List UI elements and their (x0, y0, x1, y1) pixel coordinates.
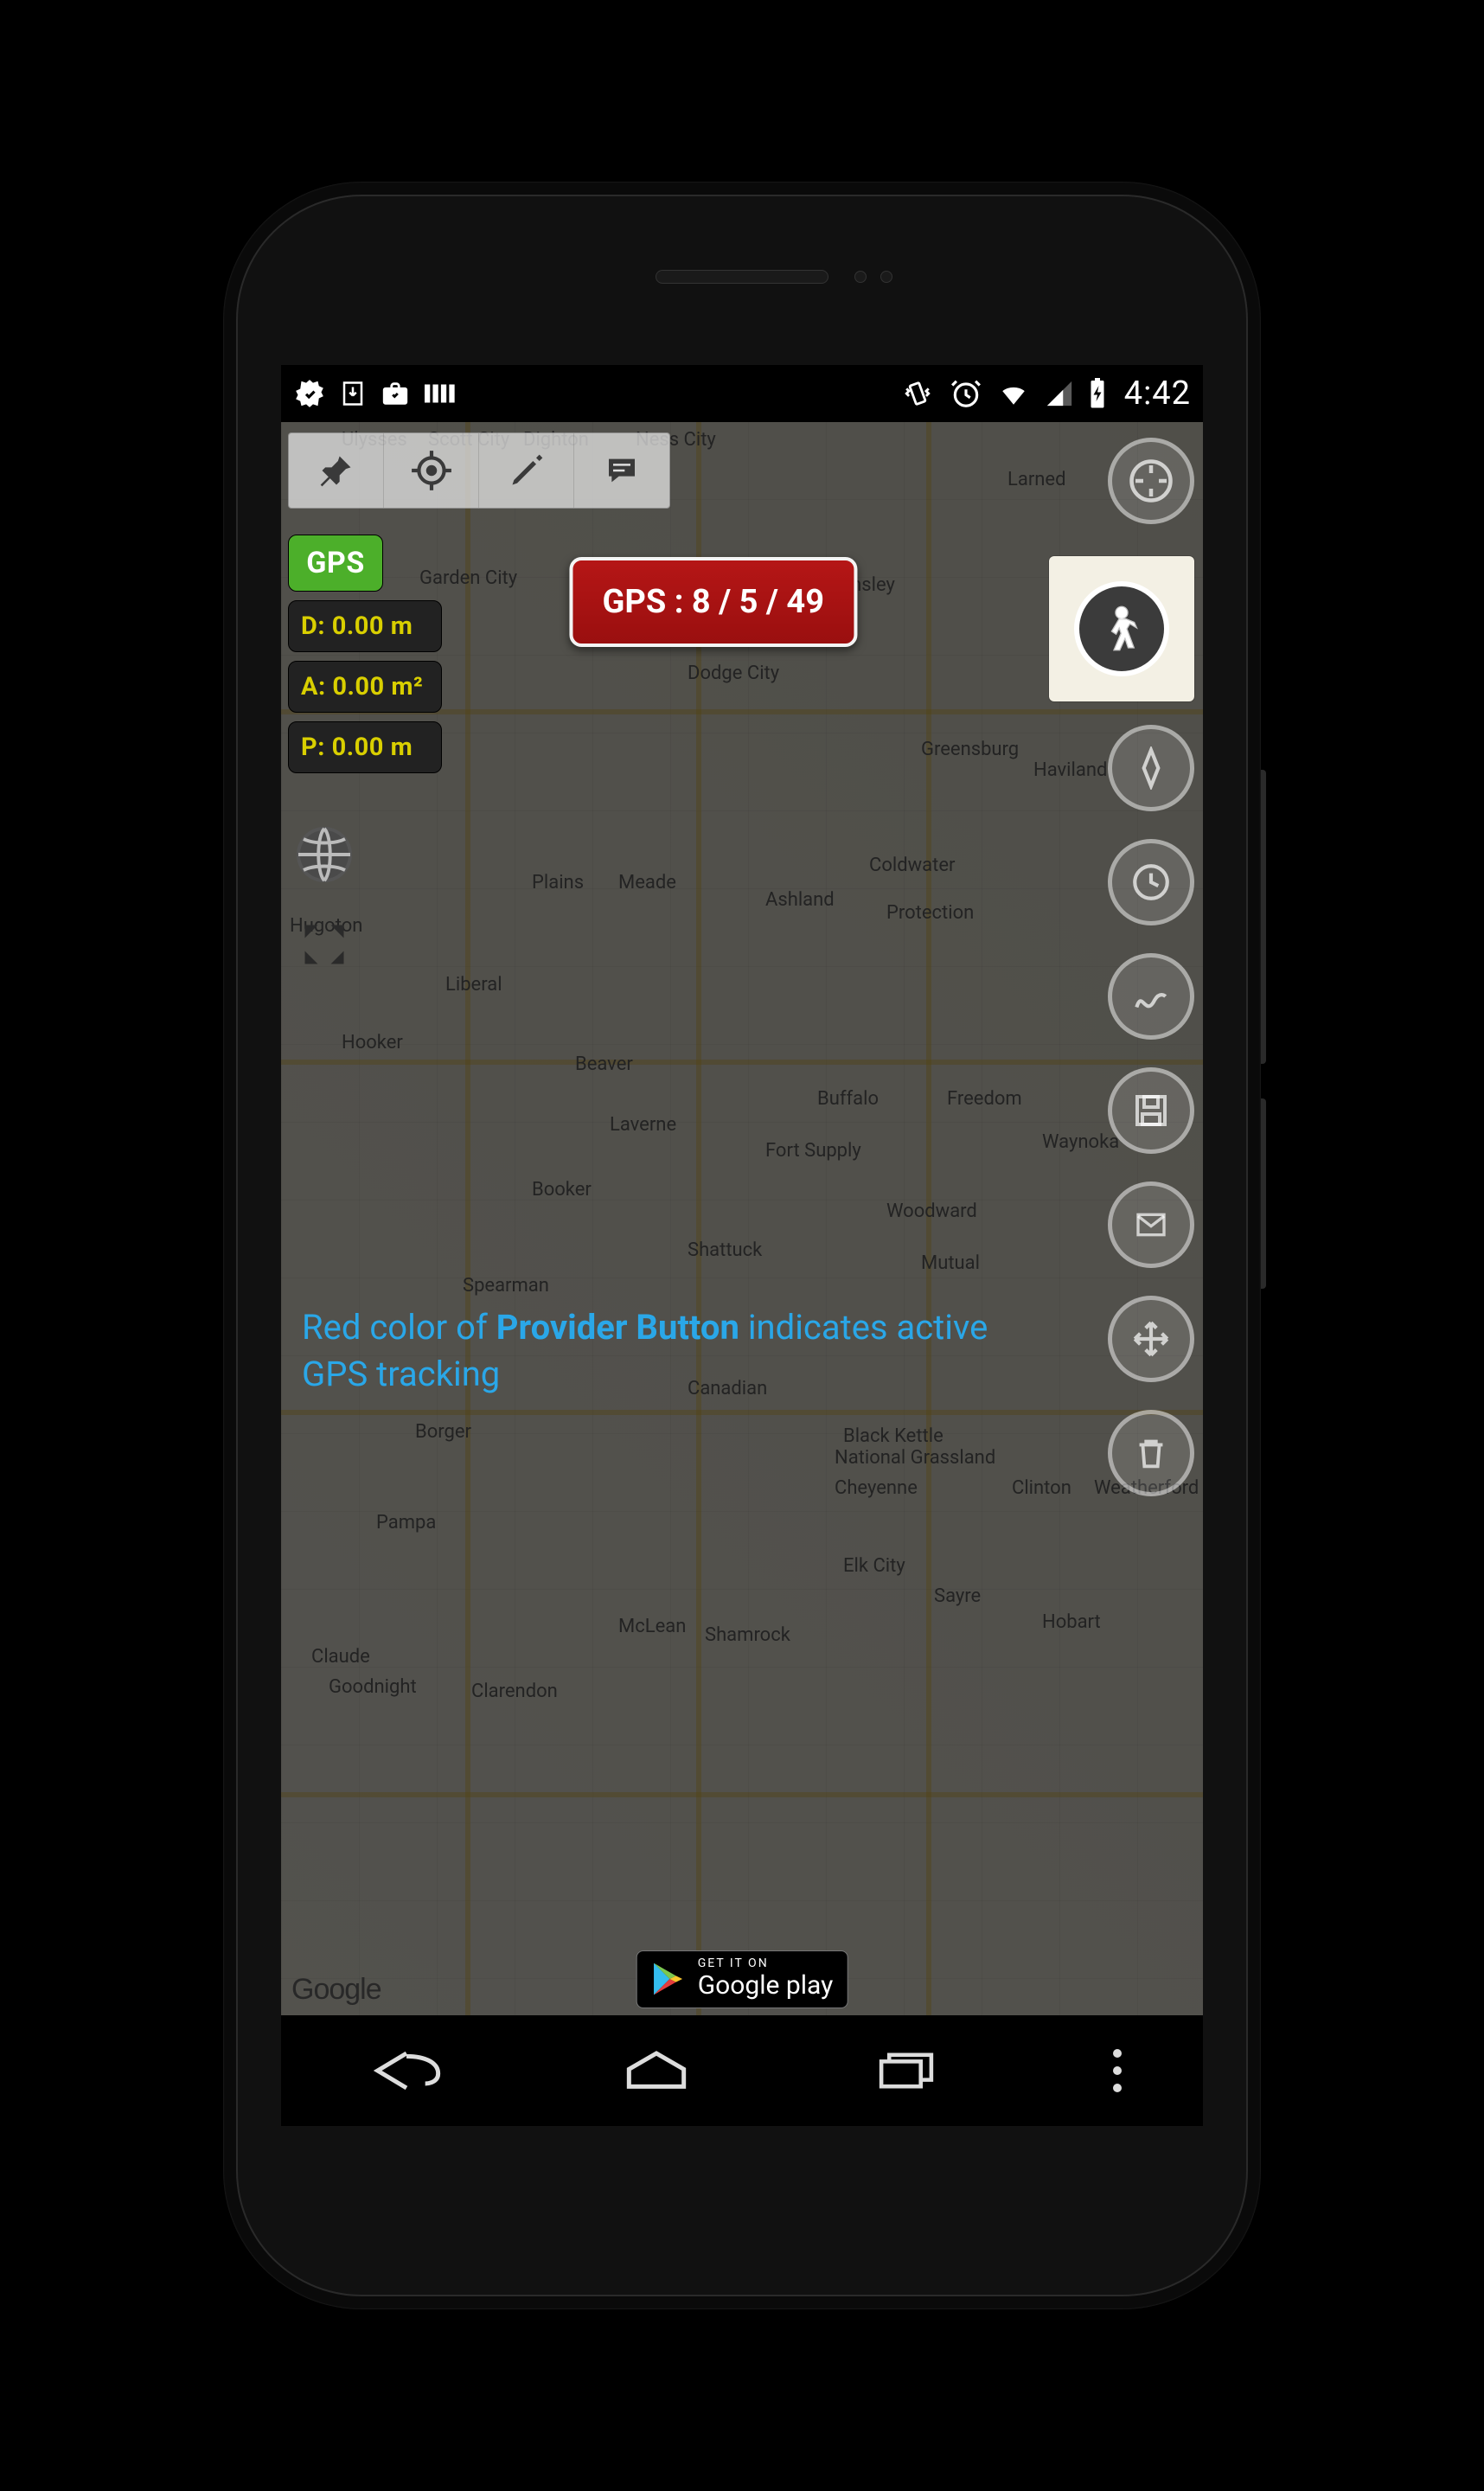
globe-button[interactable] (290, 820, 359, 889)
play-badge-small: GET IT ON (698, 1956, 834, 1970)
gps-provider-chip[interactable]: GPS : 8 / 5 / 49 (569, 557, 857, 647)
briefcase-icon (380, 379, 411, 408)
history-button[interactable] (1108, 839, 1194, 925)
gps-status-pill[interactable]: GPS (288, 535, 383, 592)
battery-bars-icon (425, 380, 461, 407)
marker-button[interactable] (1108, 725, 1194, 811)
phone-sensor (854, 271, 867, 283)
save-button[interactable] (1108, 1067, 1194, 1154)
pencil-button[interactable] (479, 433, 574, 508)
phone-frame: 4:42 Google Ness CityUlyssesScott CityDi… (223, 182, 1261, 2309)
measurement-panel: GPS D: 0.00 m A: 0.00 m² P: 0.00 m (288, 535, 442, 773)
provider-button-highlight (1049, 556, 1194, 701)
play-store-icon (648, 1960, 686, 1998)
locate-button[interactable] (384, 433, 479, 508)
alarm-icon (950, 377, 982, 410)
app-area: Google Ness CityUlyssesScott CityDighton… (281, 422, 1203, 2015)
hint-bold: Provider Button (496, 1307, 739, 1348)
pin-button[interactable] (289, 433, 384, 508)
tutorial-hint-text: Red color of Provider Button indicates a… (302, 1304, 1013, 1398)
move-button[interactable] (1108, 1296, 1194, 1382)
area-pill: A: 0.00 m² (288, 661, 442, 713)
path-button[interactable] (1108, 953, 1194, 1040)
phone-sensor (880, 271, 892, 283)
clock-text: 4:42 (1124, 375, 1191, 413)
trash-button[interactable] (1108, 1410, 1194, 1496)
compass-button[interactable] (1108, 438, 1194, 524)
play-badge-big: Google play (698, 1970, 834, 2001)
google-play-badge[interactable]: GET IT ON Google play (636, 1950, 848, 2008)
recents-button[interactable] (846, 2040, 967, 2101)
walker-button[interactable] (1074, 581, 1169, 676)
menu-dots-button[interactable] (1096, 2040, 1139, 2101)
download-icon (340, 379, 366, 408)
battery-charging-icon (1088, 378, 1107, 409)
check-badge-icon (293, 377, 326, 410)
android-nav-bar (281, 2015, 1203, 2126)
phone-side-button (1261, 1098, 1266, 1289)
wifi-icon (996, 379, 1031, 408)
phone-speaker (656, 270, 828, 284)
status-bar: 4:42 (281, 365, 1203, 422)
signal-icon (1045, 379, 1074, 408)
screen: 4:42 Google Ness CityUlyssesScott CityDi… (281, 365, 1203, 2126)
hint-pre: Red color of (302, 1307, 496, 1348)
phone-side-button (1261, 770, 1266, 1064)
mail-button[interactable] (1108, 1181, 1194, 1268)
distance-pill: D: 0.00 m (288, 600, 442, 652)
perimeter-pill: P: 0.00 m (288, 721, 442, 773)
home-button[interactable] (596, 2040, 717, 2101)
comment-button[interactable] (574, 433, 669, 508)
vibrate-icon (899, 379, 936, 408)
fullscreen-button[interactable] (290, 910, 359, 979)
back-button[interactable] (346, 2040, 467, 2101)
toolbar (288, 432, 670, 509)
